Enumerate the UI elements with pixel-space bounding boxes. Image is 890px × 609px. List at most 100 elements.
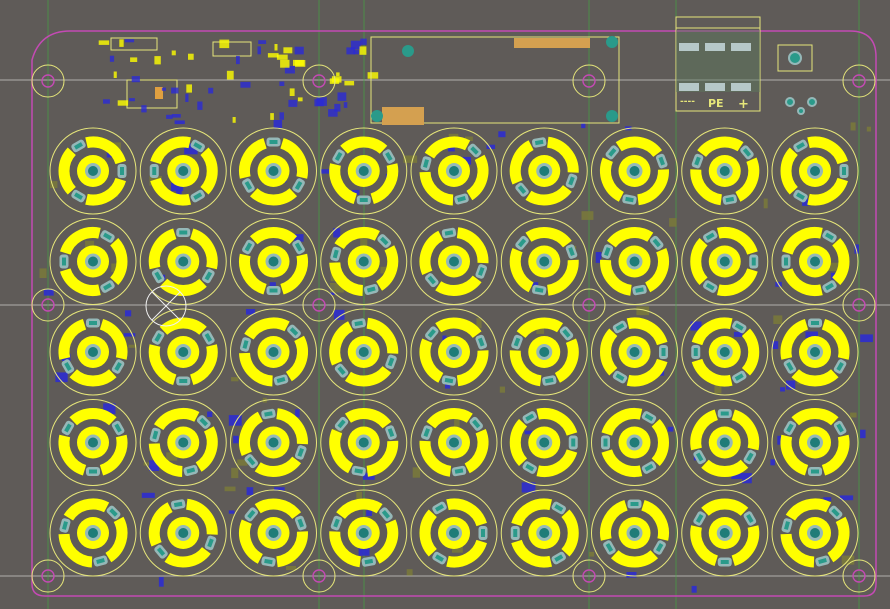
smd-component bbox=[207, 411, 213, 417]
smd-component bbox=[667, 426, 674, 432]
smd-component bbox=[353, 50, 359, 55]
smd-component bbox=[860, 334, 873, 343]
module-lower-header[interactable] bbox=[382, 107, 424, 125]
capacitor-icon[interactable] bbox=[230, 489, 317, 577]
capacitor-icon[interactable] bbox=[500, 308, 588, 396]
capacitor-icon[interactable] bbox=[410, 308, 498, 396]
capacitor-icon[interactable] bbox=[500, 489, 588, 577]
smd-component bbox=[498, 131, 506, 138]
smd-component bbox=[589, 551, 595, 557]
capacitor-icon[interactable] bbox=[320, 399, 408, 486]
smd-component bbox=[866, 126, 871, 132]
capacitor-icon[interactable] bbox=[410, 489, 498, 577]
module-hole-right-bottom bbox=[606, 110, 618, 122]
capacitor-icon[interactable] bbox=[681, 399, 769, 486]
capacitor-icon[interactable] bbox=[139, 218, 227, 305]
smd-component bbox=[773, 315, 783, 324]
capacitor-icon[interactable] bbox=[681, 218, 769, 305]
smd-component bbox=[406, 569, 413, 576]
smd-component bbox=[276, 54, 288, 60]
smd-component bbox=[154, 56, 161, 65]
capacitor-icon[interactable] bbox=[591, 308, 678, 396]
capacitor-icon[interactable] bbox=[410, 218, 498, 305]
small-connector-hole-3 bbox=[807, 97, 817, 107]
smd-component bbox=[171, 87, 179, 94]
smd-component bbox=[283, 47, 293, 54]
capacitor-icon[interactable] bbox=[771, 308, 859, 396]
smd-component bbox=[219, 39, 230, 49]
capacitor-icon[interactable] bbox=[320, 127, 408, 215]
module-hole-right-top bbox=[606, 36, 618, 48]
smd-component bbox=[274, 44, 278, 51]
smd-component bbox=[279, 112, 284, 120]
smd-component bbox=[226, 70, 234, 80]
smd-component bbox=[257, 46, 261, 55]
capacitor-icon[interactable] bbox=[230, 399, 317, 486]
smd-component bbox=[109, 55, 115, 62]
terminal-block[interactable]: ---- PE + bbox=[675, 16, 761, 112]
relay-pad bbox=[155, 87, 163, 99]
capacitor-icon[interactable] bbox=[230, 218, 317, 305]
capacitor-icon[interactable] bbox=[591, 218, 678, 305]
capacitor-icon[interactable] bbox=[591, 127, 678, 215]
capacitor-icon[interactable] bbox=[591, 489, 678, 577]
smd-component bbox=[231, 377, 239, 382]
capacitor-icon[interactable] bbox=[320, 489, 408, 577]
smd-component bbox=[331, 76, 342, 83]
smd-component bbox=[197, 101, 203, 110]
pcb-layout-canvas[interactable]: ---- PE + bbox=[0, 0, 890, 609]
smd-component bbox=[343, 102, 348, 108]
smd-component bbox=[130, 57, 138, 62]
smd-component bbox=[232, 117, 236, 123]
capacitor-icon[interactable] bbox=[771, 399, 859, 486]
capacitor-icon[interactable] bbox=[591, 399, 678, 486]
capacitor-icon[interactable] bbox=[771, 218, 859, 305]
capacitor-icon[interactable] bbox=[139, 489, 227, 577]
smd-component bbox=[581, 123, 586, 129]
module-hole-left-top bbox=[402, 45, 414, 57]
terminal-label-pe: PE bbox=[708, 97, 724, 110]
capacitor-icon[interactable] bbox=[681, 308, 769, 396]
smd-component bbox=[360, 38, 367, 45]
capacitor-icon[interactable] bbox=[500, 127, 588, 215]
capacitor-icon[interactable] bbox=[681, 127, 769, 215]
capacitor-icon[interactable] bbox=[139, 127, 227, 215]
capacitor-icon[interactable] bbox=[500, 399, 588, 486]
module-hole-left-bottom bbox=[371, 110, 383, 122]
smd-component bbox=[158, 577, 164, 587]
smd-component bbox=[141, 492, 155, 498]
capacitor-icon[interactable] bbox=[500, 218, 588, 305]
capacitor-icon[interactable] bbox=[320, 308, 408, 396]
smd-component bbox=[39, 268, 47, 278]
capacitor-icon[interactable] bbox=[49, 308, 137, 396]
smd-component bbox=[412, 467, 421, 478]
smd-component bbox=[240, 81, 251, 88]
terminal-green-zone bbox=[676, 30, 760, 92]
capacitor-icon[interactable] bbox=[49, 399, 137, 486]
smd-component bbox=[231, 467, 239, 479]
smd-component bbox=[359, 46, 367, 55]
capacitor-icon[interactable] bbox=[49, 127, 137, 215]
capacitor-icon[interactable] bbox=[771, 127, 859, 215]
capacitor-icon[interactable] bbox=[410, 399, 498, 486]
smd-component bbox=[166, 114, 173, 119]
module-pin-header[interactable] bbox=[514, 38, 590, 48]
smd-component bbox=[98, 40, 110, 45]
smd-component bbox=[344, 80, 355, 86]
capacitor-icon[interactable] bbox=[230, 127, 317, 215]
smd-component bbox=[174, 120, 185, 125]
smd-component bbox=[185, 93, 189, 102]
smd-component bbox=[295, 409, 300, 418]
smd-component bbox=[763, 198, 768, 209]
smd-component bbox=[224, 486, 236, 492]
small-connector-hole-4 bbox=[797, 107, 805, 115]
smd-component bbox=[293, 59, 304, 66]
smd-component bbox=[103, 99, 110, 104]
smd-component bbox=[141, 105, 147, 113]
capacitor-icon[interactable] bbox=[681, 489, 769, 577]
smd-component bbox=[780, 387, 785, 392]
capacitor-icon[interactable] bbox=[49, 218, 137, 305]
smd-component bbox=[860, 429, 866, 439]
smd-component bbox=[161, 87, 166, 91]
small-connector-hole-1 bbox=[788, 51, 802, 65]
